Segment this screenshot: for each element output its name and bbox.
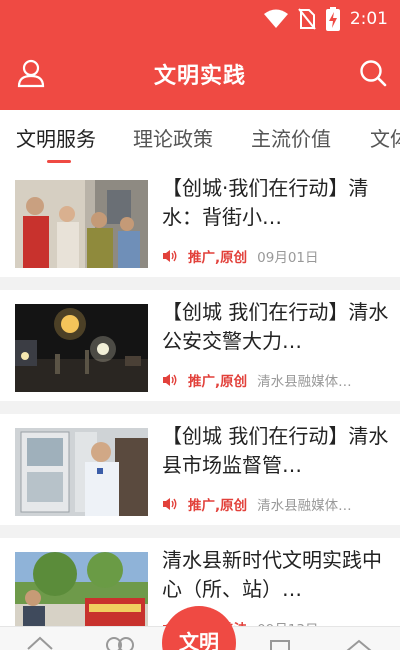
- article-tag: 推广,原创: [188, 250, 248, 266]
- article-tag: 推广,原创: [188, 498, 248, 514]
- tab-wenming-fuwu[interactable]: 文明服务: [16, 123, 96, 152]
- wifi-icon: [263, 9, 288, 28]
- tab-lilun-zhengce[interactable]: 理论政策: [133, 123, 213, 152]
- article-thumbnail: [15, 304, 148, 392]
- article-title: 【创城 我们在行动】清水公安交警大力…: [162, 300, 389, 353]
- app-bar: 文明实践: [0, 38, 400, 110]
- article-meta: 推广,原创 清水县融媒体…: [162, 494, 390, 514]
- battery-charging-icon: [325, 7, 340, 31]
- article-source: 清水县融媒体…: [257, 498, 352, 514]
- page-title: 文明实践: [153, 64, 246, 89]
- article-tag: 推广,原创: [188, 374, 248, 390]
- article-list: 【创城·我们在行动】清水：背街小… 推广,原创 09月01日 【创城 我们在行动…: [0, 166, 400, 626]
- speaker-icon: [163, 374, 177, 386]
- article-title: 【创城 我们在行动】清水县市场监督管…: [162, 424, 389, 477]
- article-date: 09月01日: [257, 250, 319, 266]
- no-sim-icon: [298, 8, 316, 30]
- article-title: 清水县新时代文明实践中心（所、站）…: [162, 548, 382, 601]
- status-bar: 2:01: [0, 0, 400, 38]
- category-tabs: 文明服务 理论政策 主流价值 文体: [0, 110, 400, 166]
- article-meta: 推广,原创 清水县融媒体…: [162, 370, 390, 390]
- article-title: 【创城·我们在行动】清水：背街小…: [162, 176, 369, 229]
- list-item[interactable]: 【创城 我们在行动】清水公安交警大力… 推广,原创 清水县融媒体…: [0, 290, 400, 401]
- speaker-icon: [163, 250, 177, 262]
- article-thumbnail: [15, 552, 148, 626]
- list-item[interactable]: 【创城 我们在行动】清水县市场监督管… 推广,原创 清水县融媒体…: [0, 414, 400, 525]
- people-icon[interactable]: [104, 635, 136, 650]
- article-thumbnail: [15, 428, 148, 516]
- active-tab-indicator: [47, 160, 71, 163]
- home-icon[interactable]: [26, 635, 54, 650]
- list-item[interactable]: 【创城·我们在行动】清水：背街小… 推广,原创 09月01日: [0, 166, 400, 277]
- tab-wenti[interactable]: 文体: [370, 123, 400, 152]
- search-icon[interactable]: [358, 58, 388, 88]
- tab-zhuliu-jiazhi[interactable]: 主流价值: [251, 123, 331, 152]
- mail-icon[interactable]: [344, 635, 374, 650]
- article-thumbnail: [15, 180, 148, 268]
- speaker-icon: [163, 498, 177, 510]
- article-date: 09月13日: [257, 618, 318, 626]
- box-icon[interactable]: [268, 635, 292, 650]
- article-meta: 推广,原创 09月01日: [162, 246, 390, 266]
- status-time: 2:01: [349, 9, 388, 29]
- status-icons: 2:01: [263, 7, 388, 31]
- center-nav-label: 文明: [179, 630, 219, 650]
- article-source: 清水县融媒体…: [257, 374, 352, 390]
